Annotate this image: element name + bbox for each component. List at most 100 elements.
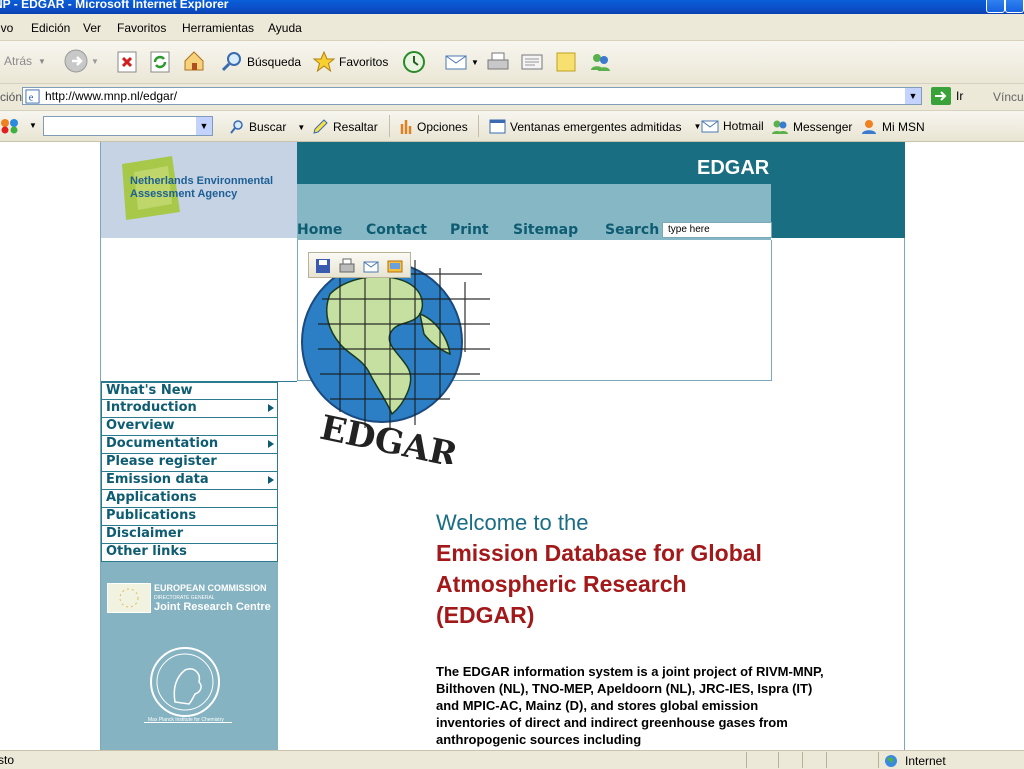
- standard-toolbar: Atrás ▼ ▼ Búsqueda Favoritos ▼: [0, 41, 1024, 84]
- stop-button[interactable]: [115, 50, 142, 74]
- msn-search-dropdown-icon[interactable]: ▼: [196, 117, 212, 135]
- forward-dropdown-icon[interactable]: ▼: [91, 57, 99, 66]
- sidebar-item-label: What's New: [106, 383, 193, 398]
- menu-favoritos[interactable]: Favoritos: [117, 21, 166, 35]
- msn-buscar-button[interactable]: Buscar ▼: [229, 119, 305, 135]
- msn-menu-dropdown-icon[interactable]: ▼: [29, 121, 37, 130]
- nav-contact[interactable]: Contact: [366, 222, 427, 238]
- internet-zone-globe-icon: [885, 755, 897, 767]
- messenger-label: Messenger: [793, 120, 853, 134]
- favorites-button[interactable]: Favoritos: [312, 50, 388, 74]
- welcome-line1: Welcome to the: [436, 510, 589, 535]
- go-button[interactable]: Ir: [931, 87, 963, 105]
- sidebar-item-whats-new[interactable]: What's New: [101, 382, 278, 400]
- sidebar-item-applications[interactable]: Applications: [101, 490, 278, 508]
- hotmail-button[interactable]: Hotmail: [701, 119, 764, 133]
- menu-ayuda[interactable]: Ayuda: [268, 21, 302, 35]
- sidebar-item-label: Other links: [106, 544, 187, 559]
- email-icon[interactable]: [363, 258, 379, 274]
- nav-home[interactable]: Home: [297, 222, 342, 238]
- max-planck-logo-icon[interactable]: [145, 642, 225, 722]
- maximize-button[interactable]: [1005, 0, 1024, 13]
- sidebar-item-label: Please register: [106, 454, 217, 469]
- save-icon[interactable]: [315, 258, 331, 274]
- separator: [478, 115, 479, 137]
- msn-resaltar-button[interactable]: Resaltar: [312, 119, 378, 135]
- status-divider: [746, 752, 747, 768]
- edit-button[interactable]: [520, 50, 547, 74]
- sidebar-item-label: Introduction: [106, 400, 197, 415]
- back-button[interactable]: Atrás ▼: [4, 54, 46, 68]
- magnifier-icon: [221, 52, 241, 72]
- sidebar-item-disclaimer[interactable]: Disclaimer: [101, 526, 278, 544]
- minimize-button[interactable]: [986, 0, 1005, 13]
- my-pictures-icon[interactable]: [387, 258, 403, 274]
- sidebar-item-other-links[interactable]: Other links: [101, 544, 278, 562]
- status-text: sto: [0, 753, 15, 767]
- sidebar-item-publications[interactable]: Publications: [101, 508, 278, 526]
- messenger-buddy-icon: [772, 120, 788, 134]
- sidebar-item-label: Documentation: [106, 436, 219, 451]
- msn-search-input[interactable]: ▼: [43, 116, 213, 136]
- edit-page-icon: [521, 54, 543, 70]
- sidebar-item-please-register[interactable]: Please register: [101, 454, 278, 472]
- status-divider: [826, 752, 827, 768]
- sidebar-item-documentation[interactable]: Documentation: [101, 436, 278, 454]
- nav-print[interactable]: Print: [450, 222, 489, 238]
- buscar-dropdown-icon[interactable]: ▼: [297, 123, 305, 132]
- sidebar-item-introduction[interactable]: Introduction: [101, 400, 278, 418]
- popup-blocker-label: Ventanas emergentes admitidas: [510, 119, 682, 134]
- msn-opciones-label: Opciones: [417, 120, 468, 134]
- popup-window-icon: [489, 119, 506, 134]
- msn-butterfly-icon[interactable]: [0, 118, 20, 134]
- address-input[interactable]: e http://www.mnp.nl/edgar/ ▼: [22, 87, 922, 105]
- home-button[interactable]: [182, 49, 209, 73]
- history-button[interactable]: [402, 50, 429, 74]
- sidebar-item-emission-data[interactable]: Emission data: [101, 472, 278, 490]
- links-label[interactable]: Víncul: [993, 90, 1024, 104]
- site-search-input[interactable]: type here: [662, 222, 772, 238]
- menu-ver[interactable]: Ver: [83, 21, 101, 35]
- address-url: http://www.mnp.nl/edgar/: [45, 89, 178, 103]
- address-dropdown-icon[interactable]: ▼: [905, 88, 921, 104]
- mail-dropdown-icon[interactable]: ▼: [471, 58, 479, 67]
- hotmail-label: Hotmail: [723, 119, 764, 133]
- image-toolbar: [308, 252, 411, 278]
- msn-resaltar-label: Resaltar: [333, 120, 378, 134]
- edgar-globe-logo: EDGAR: [301, 258, 490, 464]
- sidebar-item-label: Disclaimer: [106, 526, 184, 541]
- sidebar-item-overview[interactable]: Overview: [101, 418, 278, 436]
- stop-icon: [117, 51, 137, 73]
- forward-arrow-icon: [64, 49, 88, 73]
- jrc-logo[interactable]: EUROPEAN COMMISSION DIRECTORATE GENERAL …: [154, 582, 274, 614]
- submenu-arrow-icon: [268, 440, 274, 448]
- go-arrow-icon: [931, 87, 951, 105]
- forward-button[interactable]: ▼: [64, 49, 99, 73]
- search-button[interactable]: Búsqueda: [220, 50, 301, 74]
- refresh-button[interactable]: [148, 50, 175, 74]
- ie-page-icon: e: [25, 89, 40, 104]
- messenger-toolbar-button[interactable]: [588, 50, 615, 74]
- back-dropdown-icon[interactable]: ▼: [38, 57, 46, 66]
- messenger-button[interactable]: Messenger: [771, 119, 852, 135]
- site-brand: EDGAR: [697, 157, 770, 179]
- mi-msn-button[interactable]: Mi MSN: [861, 119, 925, 135]
- mi-msn-label: Mi MSN: [882, 120, 925, 134]
- discuss-button[interactable]: [554, 50, 581, 74]
- agency-logo-area[interactable]: Netherlands Environmental Assessment Age…: [101, 142, 297, 238]
- home-icon: [184, 51, 204, 71]
- print-button[interactable]: [486, 50, 513, 74]
- mail-button[interactable]: ▼: [444, 50, 479, 74]
- favorites-label: Favoritos: [339, 55, 389, 69]
- menu-herramientas[interactable]: Herramientas: [182, 21, 254, 35]
- popup-blocker-button[interactable]: Ventanas emergentes admitidas ▼: [489, 119, 701, 134]
- print-icon[interactable]: [339, 258, 355, 274]
- msn-opciones-button[interactable]: Opciones: [398, 119, 468, 135]
- header-light-band: [297, 184, 771, 222]
- jrc-line3: Joint Research Centre: [154, 601, 271, 613]
- nav-sitemap[interactable]: Sitemap: [513, 222, 578, 238]
- menu-edicion[interactable]: Edición: [31, 21, 70, 35]
- menu-archivo[interactable]: ivo: [0, 21, 13, 35]
- nav-search[interactable]: Search: [605, 222, 659, 238]
- sidebar-item-label: Emission data: [106, 472, 209, 487]
